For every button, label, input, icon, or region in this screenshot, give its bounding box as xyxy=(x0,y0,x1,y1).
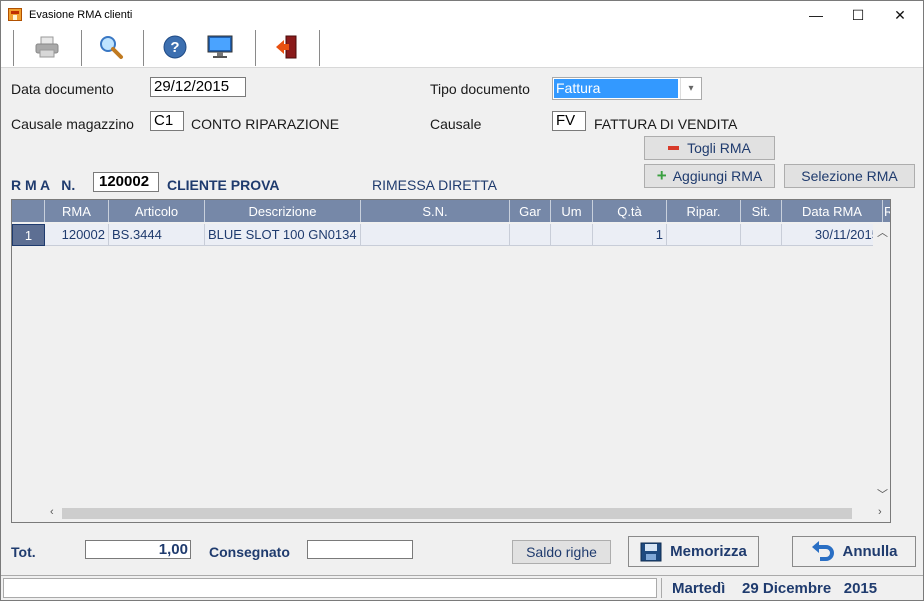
toolbar-separator xyxy=(143,30,144,66)
vertical-scrollbar[interactable]: ︿ ﹀ xyxy=(873,222,890,504)
rma-number-field[interactable]: 120002 xyxy=(93,172,159,192)
maximize-button[interactable]: ☐ xyxy=(835,1,881,29)
cell-qta[interactable]: 1 xyxy=(593,224,667,246)
tipo-documento-label: Tipo documento xyxy=(430,81,530,97)
memorizza-button[interactable]: Memorizza xyxy=(628,536,759,567)
toolbar: ? xyxy=(1,29,923,68)
grid-corner xyxy=(12,200,45,222)
save-icon xyxy=(640,542,662,561)
col-ripar[interactable]: Ripar. xyxy=(667,200,741,222)
title-bar: Evasione RMA clienti — ☐ ✕ xyxy=(1,1,923,29)
scroll-down-icon[interactable]: ﹀ xyxy=(877,486,888,502)
causale-desc: FATTURA DI VENDITA xyxy=(594,116,738,132)
tipo-documento-value: Fattura xyxy=(554,79,678,98)
col-gar[interactable]: Gar xyxy=(510,200,551,222)
col-sn[interactable]: S.N. xyxy=(361,200,510,222)
col-um[interactable]: Um xyxy=(551,200,593,222)
rma-grid[interactable]: RMA Articolo Descrizione S.N. Gar Um Q.t… xyxy=(11,199,891,523)
col-descrizione[interactable]: Descrizione xyxy=(205,200,361,222)
annulla-button[interactable]: Annulla xyxy=(792,536,916,567)
cell-descrizione[interactable]: BLUE SLOT 100 GN0134 xyxy=(205,224,361,246)
toolbar-separator xyxy=(255,30,256,66)
toolbar-separator xyxy=(13,30,14,66)
aggiungi-rma-label: Aggiungi RMA xyxy=(672,168,763,184)
status-bar: Martedì 29 Dicembre 2015 xyxy=(1,575,923,600)
status-message-pane xyxy=(3,578,657,598)
col-r[interactable]: R xyxy=(883,200,890,222)
cell-data-rma[interactable]: 30/11/2015 xyxy=(782,224,883,246)
cell-sn[interactable] xyxy=(361,224,510,246)
consegnato-field[interactable] xyxy=(307,540,413,559)
printer-icon xyxy=(35,36,59,58)
close-button[interactable]: ✕ xyxy=(877,1,923,29)
app-icon xyxy=(8,8,22,21)
cell-ripar[interactable] xyxy=(667,224,741,246)
toolbar-separator xyxy=(81,30,82,66)
col-data-rma[interactable]: Data RMA xyxy=(782,200,883,222)
annulla-label: Annulla xyxy=(842,543,898,560)
saldo-righe-button[interactable]: Saldo righe xyxy=(512,540,611,564)
row-index[interactable]: 1 xyxy=(12,224,45,246)
cliente-name: CLIENTE PROVA xyxy=(167,177,280,193)
causale-magazzino-label: Causale magazzino xyxy=(11,116,134,132)
memorizza-label: Memorizza xyxy=(670,543,747,560)
scroll-up-icon[interactable]: ︿ xyxy=(877,224,888,240)
scroll-left-icon[interactable]: ‹ xyxy=(50,506,54,518)
data-documento-field[interactable]: 29/12/2015 xyxy=(150,77,246,97)
col-articolo[interactable]: Articolo xyxy=(109,200,205,222)
print-button[interactable] xyxy=(25,31,69,63)
col-rma[interactable]: RMA xyxy=(45,200,109,222)
cell-um[interactable] xyxy=(551,224,593,246)
undo-icon xyxy=(811,540,834,561)
exit-button[interactable] xyxy=(265,31,309,63)
horizontal-scrollbar[interactable]: ‹ › xyxy=(12,505,890,522)
selezione-rma-button[interactable]: Selezione RMA xyxy=(784,164,915,188)
main-window: Evasione RMA clienti — ☐ ✕ ? Data docume… xyxy=(0,0,924,601)
col-qta[interactable]: Q.tà xyxy=(593,200,667,222)
data-documento-label: Data documento xyxy=(11,81,114,97)
help-icon: ? xyxy=(163,35,187,59)
consegnato-label: Consegnato xyxy=(209,544,290,560)
causale-magazzino-code-field[interactable]: C1 xyxy=(150,111,184,131)
causale-code-field[interactable]: FV xyxy=(552,111,586,131)
tipo-documento-select[interactable]: Fattura ▾ xyxy=(552,77,702,100)
plus-icon: + xyxy=(656,166,667,185)
exit-icon xyxy=(276,35,297,59)
cell-sit[interactable] xyxy=(741,224,782,246)
search-button[interactable] xyxy=(89,31,133,63)
tot-label: Tot. xyxy=(11,544,36,560)
monitor-icon xyxy=(207,35,233,58)
help-button[interactable]: ? xyxy=(153,31,197,63)
horizontal-scroll-thumb[interactable] xyxy=(62,508,852,519)
toolbar-separator xyxy=(319,30,320,66)
causale-label: Causale xyxy=(430,116,482,132)
search-icon xyxy=(100,36,123,59)
tot-value-field: 1,00 xyxy=(85,540,191,559)
status-date: Martedì 29 Dicembre 2015 xyxy=(661,578,921,598)
minimize-button[interactable]: — xyxy=(793,1,839,29)
causale-magazzino-desc: CONTO RIPARAZIONE xyxy=(191,116,340,132)
cell-rma[interactable]: 120002 xyxy=(45,224,109,246)
cell-gar[interactable] xyxy=(510,224,551,246)
col-sit[interactable]: Sit. xyxy=(741,200,782,222)
pagamento: RIMESSA DIRETTA xyxy=(372,177,497,193)
aggiungi-rma-button[interactable]: + Aggiungi RMA xyxy=(644,164,775,188)
window-title: Evasione RMA clienti xyxy=(29,9,133,21)
rma-number-label: R M A N. xyxy=(11,177,76,193)
svg-text:?: ? xyxy=(170,39,179,56)
scroll-right-icon[interactable]: › xyxy=(878,506,882,518)
monitor-button[interactable] xyxy=(198,31,242,63)
chevron-down-icon[interactable]: ▾ xyxy=(680,78,701,99)
togli-rma-label: Togli RMA xyxy=(687,140,751,156)
togli-rma-button[interactable]: Togli RMA xyxy=(644,136,775,160)
cell-articolo[interactable]: BS.3444 xyxy=(109,224,205,246)
minus-icon xyxy=(668,146,680,150)
